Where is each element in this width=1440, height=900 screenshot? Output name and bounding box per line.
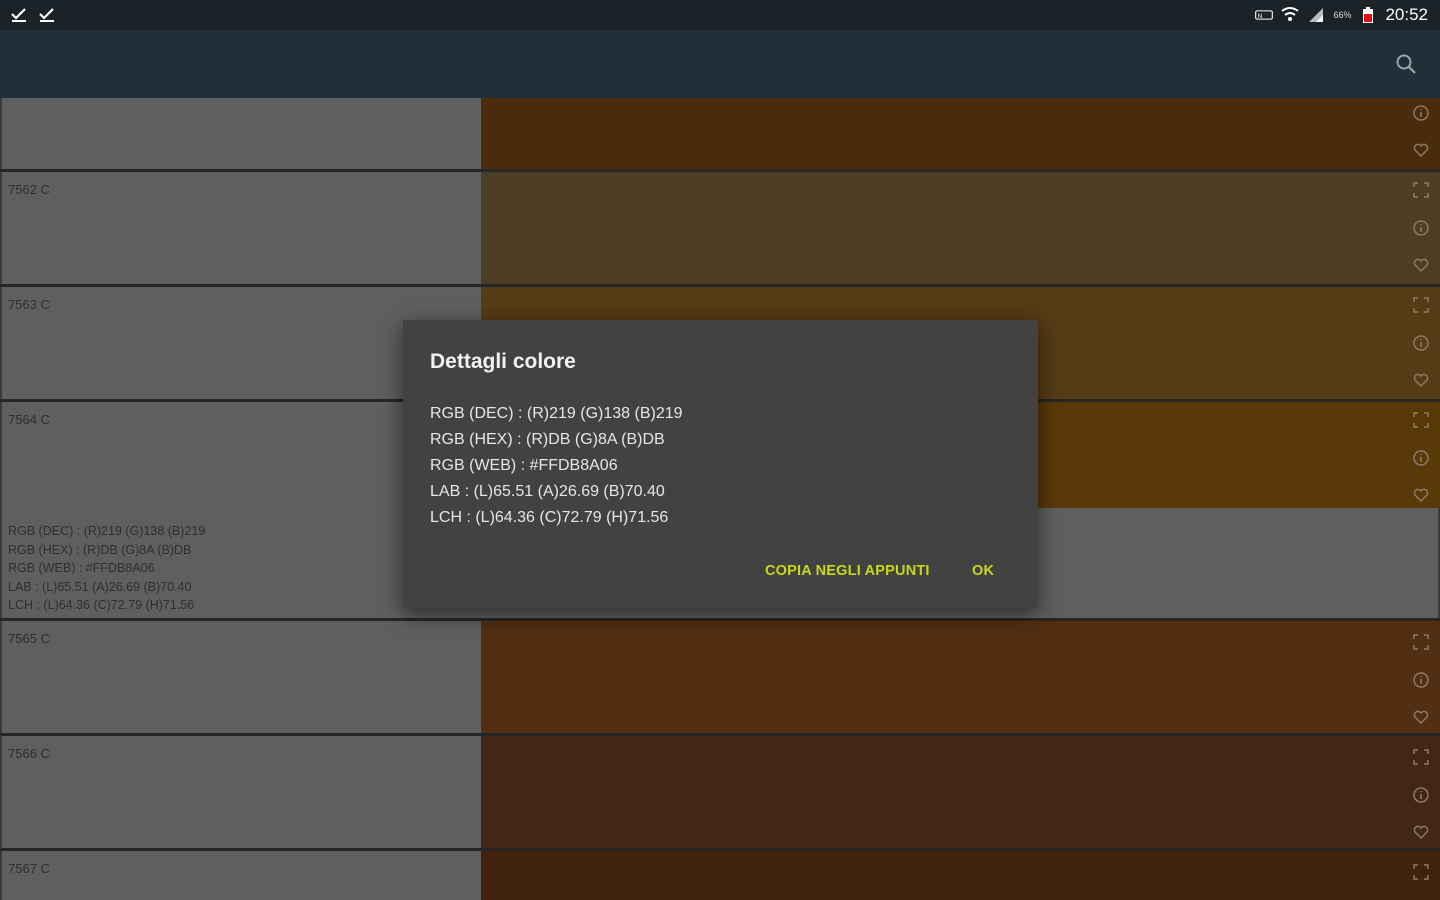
color-swatch xyxy=(481,172,1440,284)
color-swatch xyxy=(481,98,1440,169)
detail-rgb-web: RGB (WEB) : #FFDB8A06 xyxy=(8,561,155,575)
color-row[interactable]: 7562 C xyxy=(0,172,1440,287)
fullscreen-icon[interactable] xyxy=(1412,181,1430,199)
color-swatch xyxy=(481,621,1440,733)
fullscreen-icon[interactable] xyxy=(1412,748,1430,766)
dialog-title: Dettagli colore xyxy=(430,350,576,373)
status-bar: N 66% 20:52 xyxy=(0,0,1440,30)
favorite-icon[interactable] xyxy=(1412,256,1430,274)
check-download-icon xyxy=(38,5,56,23)
color-label-cell xyxy=(2,98,481,169)
dialog-content: RGB (DEC) : (R)219 (G)138 (B)219 RGB (HE… xyxy=(430,401,683,531)
color-name: 7565 C xyxy=(8,631,50,646)
color-name: 7567 C xyxy=(8,861,50,876)
favorite-icon[interactable] xyxy=(1412,141,1430,159)
favorite-icon[interactable] xyxy=(1412,486,1430,504)
ok-button[interactable]: OK xyxy=(972,563,994,579)
fullscreen-icon[interactable] xyxy=(1412,296,1430,314)
signal-icon xyxy=(1307,6,1325,24)
copy-to-clipboard-button[interactable]: COPIA NEGLI APPUNTI xyxy=(765,563,930,579)
color-row[interactable]: 7565 C xyxy=(0,621,1440,736)
color-row[interactable]: 7566 C xyxy=(0,736,1440,851)
color-row[interactable] xyxy=(0,98,1440,172)
detail-rgb-hex: RGB (HEX) : (R)DB (G)8A (B)DB xyxy=(8,542,192,557)
fullscreen-icon[interactable] xyxy=(1412,633,1430,651)
detail-rgb-dec: RGB (DEC) : (R)219 (G)138 (B)219 xyxy=(8,524,206,538)
favorite-icon[interactable] xyxy=(1412,823,1430,841)
dialog-lch: LCH : (L)64.36 (C)72.79 (H)71.56 xyxy=(430,509,669,526)
color-name: 7563 C xyxy=(8,297,50,312)
color-details-dialog: Dettagli colore RGB (DEC) : (R)219 (G)13… xyxy=(403,320,1038,608)
color-name: 7562 C xyxy=(8,182,50,197)
dialog-rgb-web: RGB (WEB) : #FFDB8A06 xyxy=(430,457,618,474)
fullscreen-icon[interactable] xyxy=(1412,863,1430,881)
info-icon[interactable] xyxy=(1412,104,1430,122)
color-label-cell: 7566 C xyxy=(2,736,481,848)
info-icon[interactable] xyxy=(1412,671,1430,689)
color-label-cell: 7567 C xyxy=(2,851,481,900)
favorite-icon[interactable] xyxy=(1412,708,1430,726)
info-icon[interactable] xyxy=(1412,219,1430,237)
battery-icon xyxy=(1359,6,1377,24)
battery-percent: 66% xyxy=(1333,10,1352,20)
svg-text:N: N xyxy=(1258,13,1263,20)
color-details: RGB (DEC) : (R)219 (G)138 (B)219 RGB (HE… xyxy=(8,522,205,615)
dialog-rgb-hex: RGB (HEX) : (R)DB (G)8A (B)DB xyxy=(430,431,665,448)
dialog-rgb-dec: RGB (DEC) : (R)219 (G)138 (B)219 xyxy=(430,405,683,422)
wifi-icon xyxy=(1281,6,1300,24)
check-download-icon xyxy=(10,5,28,23)
color-name: 7566 C xyxy=(8,746,50,761)
detail-lab: LAB : (L)65.51 (A)26.69 (B)70.40 xyxy=(8,579,192,594)
color-name: 7564 C xyxy=(8,412,50,427)
status-time: 20:52 xyxy=(1385,5,1428,24)
favorite-icon[interactable] xyxy=(1412,371,1430,389)
nfc-icon: N xyxy=(1255,6,1274,24)
search-icon[interactable] xyxy=(1394,52,1418,76)
color-swatch xyxy=(481,736,1440,848)
dialog-lab: LAB : (L)65.51 (A)26.69 (B)70.40 xyxy=(430,483,665,500)
color-label-cell: 7562 C xyxy=(2,172,481,284)
color-row[interactable]: 7567 C xyxy=(0,851,1440,900)
color-swatch xyxy=(481,851,1440,900)
info-icon[interactable] xyxy=(1412,449,1430,467)
info-icon[interactable] xyxy=(1412,786,1430,804)
detail-lch: LCH : (L)64.36 (C)72.79 (H)71.56 xyxy=(8,598,195,612)
color-label-cell: 7565 C xyxy=(2,621,481,733)
app-bar xyxy=(0,30,1440,98)
info-icon[interactable] xyxy=(1412,334,1430,352)
fullscreen-icon[interactable] xyxy=(1412,411,1430,429)
